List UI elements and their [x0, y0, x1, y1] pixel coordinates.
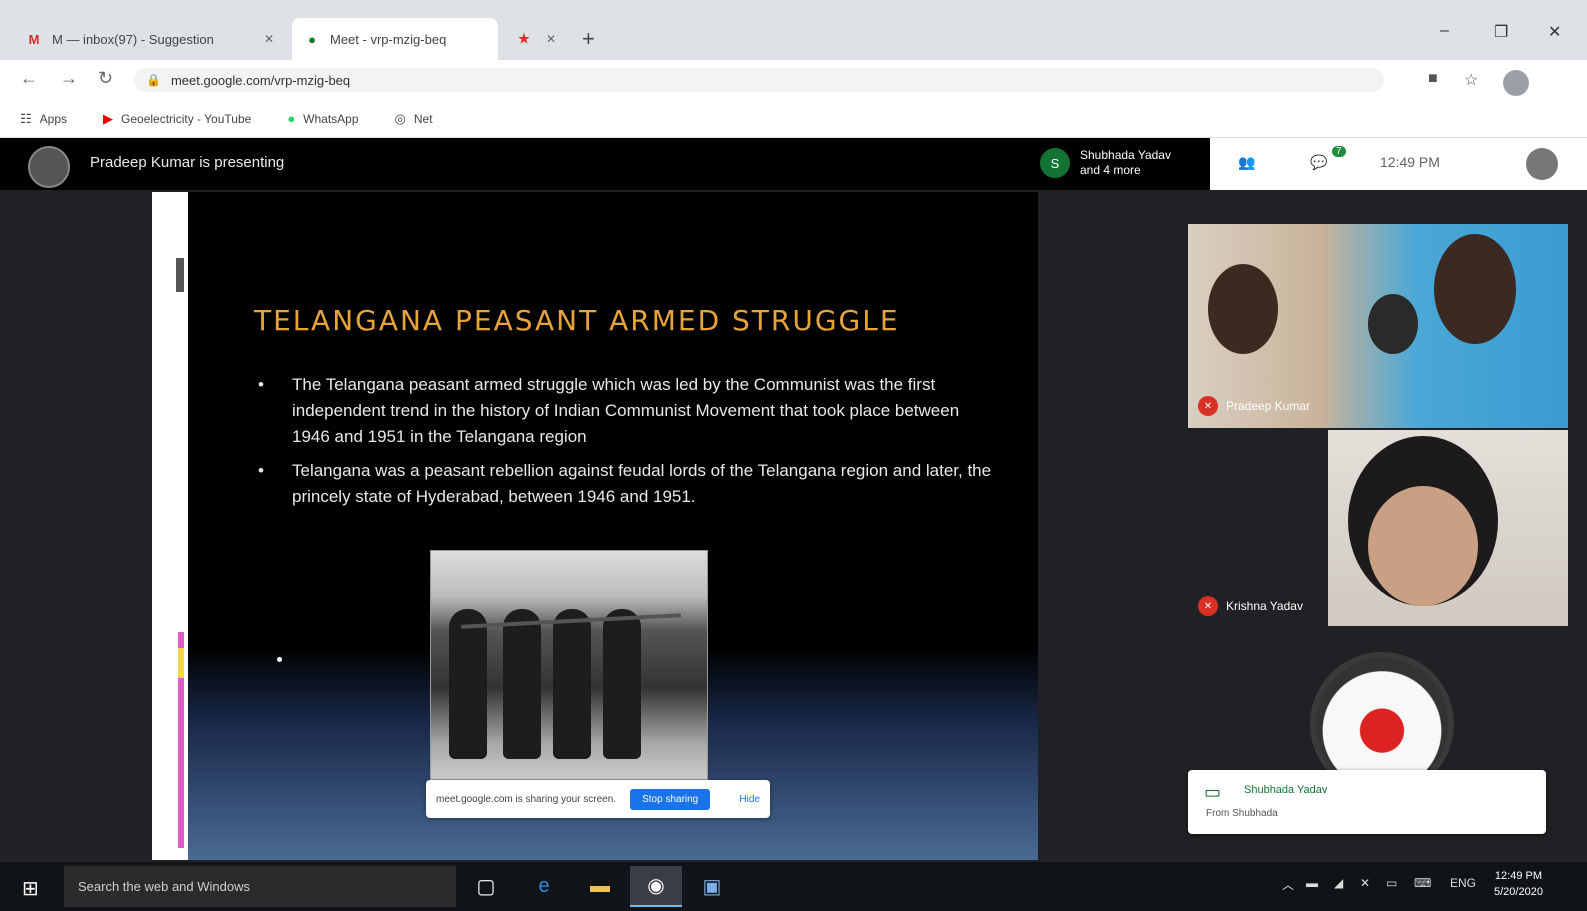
slide-bullet: • Telangana was a peasant rebellion again… — [258, 461, 992, 506]
bookmark-star-icon[interactable]: ☆ — [1464, 70, 1478, 90]
participant-initial: S — [1040, 148, 1070, 178]
slide-bullet: • The Telangana peasant armed struggle wh… — [258, 375, 960, 446]
stop-sharing-button[interactable]: Stop sharing — [630, 788, 711, 810]
slide-scrollbar[interactable] — [176, 258, 184, 292]
participant-tile[interactable]: ✕ Pradeep Kumar — [1188, 224, 1568, 428]
profile-avatar[interactable] — [1503, 70, 1529, 96]
bookmark-whatsapp[interactable]: ● WhatsApp — [287, 111, 358, 126]
forward-icon[interactable]: → — [60, 68, 78, 89]
tab-gmail[interactable]: M M — inbox(97) - Suggestion ✕ — [14, 18, 286, 60]
windows-start-icon[interactable]: ⊞ — [22, 876, 39, 901]
lock-icon: 🔒 — [146, 73, 161, 87]
notification-icon[interactable]: ▭ — [1386, 876, 1397, 890]
whatsapp-icon: ● — [287, 111, 296, 126]
chat-icon[interactable]: 💬 — [1310, 154, 1327, 171]
camera-icon[interactable]: ■ — [1428, 70, 1438, 88]
language-indicator[interactable]: ENG — [1450, 876, 1476, 890]
restore-icon[interactable]: ❐ — [1494, 22, 1508, 42]
tab-label: Meet - vrp-mzig-beq — [330, 31, 447, 47]
notification-text: From Shubhada — [1206, 808, 1278, 819]
hide-button[interactable]: Hide — [739, 794, 760, 805]
windows-taskbar: ⊞ Search the web and Windows ▢ e ▬ ◉ ▣ ︿… — [0, 862, 1587, 911]
volume-icon[interactable]: ✕ — [1360, 876, 1370, 890]
photo-figure — [553, 609, 591, 759]
photo-figure — [603, 609, 641, 759]
participant-tile[interactable]: ✕ Krishna Yadav — [1188, 430, 1568, 626]
tab-other[interactable]: ★ ✕ — [504, 18, 568, 60]
globe-icon: ◎ — [394, 110, 406, 126]
taskbar-search[interactable]: Search the web and Windows — [64, 866, 456, 907]
new-tab-button[interactable]: + — [582, 26, 595, 52]
participant-face — [1434, 234, 1516, 344]
participant-count-badge: 7 — [1332, 146, 1346, 157]
gmail-icon: M — [28, 31, 40, 47]
url-text: meet.google.com/vrp-mzig-beq — [170, 72, 351, 88]
participant-face — [1208, 264, 1278, 354]
battery-icon[interactable]: ▬ — [1306, 876, 1318, 890]
youtube-icon: ▶ — [103, 110, 114, 126]
pinned-user-more: and 4 more — [1080, 163, 1141, 177]
chrome-icon[interactable]: ◉ — [630, 866, 682, 907]
presenter-text: Pradeep Kumar is presenting — [90, 154, 285, 171]
edge-icon[interactable]: e — [518, 866, 570, 907]
slide-title: TELANGANA PEASANT ARMED STRUGGLE — [254, 304, 900, 337]
reload-icon[interactable]: ↻ — [98, 68, 113, 89]
tab-label: M — inbox(97) - Suggestion — [52, 31, 214, 47]
presenter-bar: Pradeep Kumar is presenting S Shubhada Y… — [0, 138, 1210, 190]
star-icon: ★ — [518, 31, 530, 46]
meeting-time: 12:49 PM — [1380, 154, 1440, 170]
browser-tab-bar: M M — inbox(97) - Suggestion ✕ ● Meet - … — [0, 0, 1587, 60]
bookmark-net[interactable]: ◎ Net — [395, 111, 433, 127]
participant-label: ✕ Pradeep Kumar — [1198, 396, 1310, 416]
pinned-user-name: Shubhada Yadav — [1080, 148, 1171, 162]
close-icon[interactable]: ✕ — [264, 32, 274, 46]
user-avatar[interactable] — [1526, 148, 1558, 180]
apps-icon: ☷ — [20, 110, 32, 126]
meet-icon: ● — [308, 31, 316, 47]
keyboard-icon[interactable]: ⌨ — [1414, 876, 1431, 890]
slide-accent-bar-yellow — [178, 648, 184, 678]
minimize-icon[interactable]: – — [1440, 22, 1449, 40]
share-text: meet.google.com is sharing your screen. — [436, 793, 617, 805]
bookmark-youtube[interactable]: ▶ Geoelectricity - YouTube — [103, 111, 251, 127]
taskbar-clock[interactable]: 12:49 PM 5/20/2020 — [1494, 868, 1543, 900]
close-window-icon[interactable]: ✕ — [1548, 22, 1561, 42]
bookmark-apps[interactable]: ☷ Apps — [20, 111, 67, 127]
pinned-participants[interactable]: S Shubhada Yadav and 4 more — [1040, 148, 1171, 178]
photo-figure — [449, 609, 487, 759]
tray-chevron-icon[interactable]: ︿ — [1282, 876, 1294, 893]
url-field[interactable]: 🔒 meet.google.com/vrp-mzig-beq — [134, 68, 1384, 92]
participant-face — [1368, 294, 1418, 354]
chat-notification[interactable]: ▭ Shubhada Yadav From Shubhada — [1188, 770, 1546, 834]
participant-label: ✕ Krishna Yadav — [1198, 596, 1303, 616]
historical-photo — [430, 550, 708, 780]
task-view-icon[interactable]: ▢ — [460, 866, 512, 907]
chat-bubble-icon: ▭ — [1204, 782, 1222, 802]
network-icon[interactable]: ◢ — [1334, 876, 1343, 890]
participant-face — [1368, 486, 1478, 606]
screen-share-bar: meet.google.com is sharing your screen. … — [426, 780, 770, 818]
mic-off-icon: ✕ — [1198, 396, 1218, 416]
tab-meet[interactable]: ● Meet - vrp-mzig-beq — [292, 18, 498, 60]
photo-figure — [503, 609, 541, 759]
close-icon[interactable]: ✕ — [546, 32, 556, 46]
bookmarks-bar: ☷ Apps ▶ Geoelectricity - YouTube ● WhatsAp… — [0, 100, 1587, 138]
mic-off-icon: ✕ — [1198, 596, 1218, 616]
app-icon[interactable]: ▣ — [686, 866, 738, 907]
address-bar-row: ← → ↻ 🔒 meet.google.com/vrp-mzig-beq ■ ☆ — [0, 60, 1587, 100]
slide-bullets: • The Telangana peasant armed struggle wh… — [258, 372, 998, 518]
people-icon[interactable]: 👥 — [1238, 154, 1255, 171]
file-explorer-icon[interactable]: ▬ — [574, 866, 626, 907]
pointer-dot — [277, 657, 282, 662]
back-icon[interactable]: ← — [20, 68, 38, 89]
notification-sender: Shubhada Yadav — [1244, 784, 1328, 796]
presenter-avatar — [28, 146, 70, 188]
meet-top-controls: 👥 💬 7 12:49 PM — [1210, 138, 1587, 190]
